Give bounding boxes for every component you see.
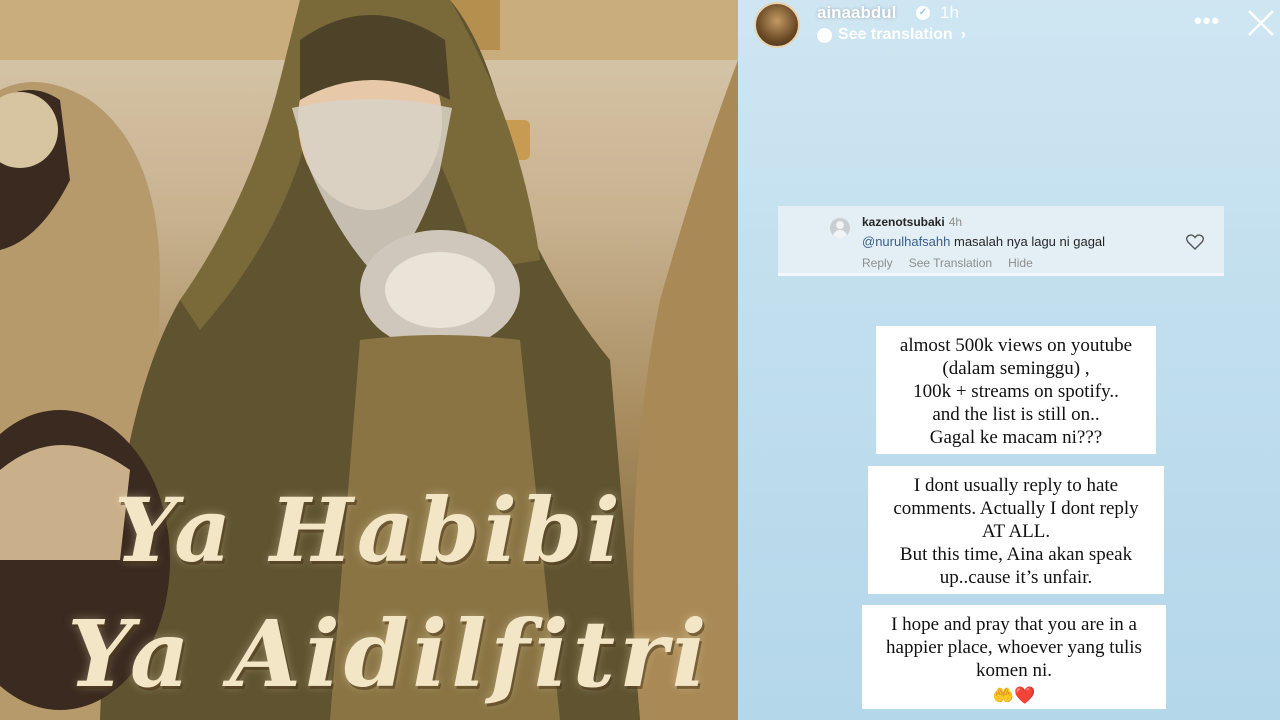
close-icon[interactable] <box>1246 8 1276 38</box>
comment-reply: Reply <box>862 256 893 270</box>
sticker-line: almost 500k views on youtube <box>899 335 1133 356</box>
translate-icon <box>817 27 832 43</box>
see-translation-button[interactable]: See translation › <box>817 26 966 44</box>
sticker-line: But this time, Aina akan speak <box>899 544 1133 565</box>
story-header: ainaabdul ✓ 1h See translation › ••• <box>738 0 1280 50</box>
text-sticker-3: I hope and pray that you are in a happie… <box>862 605 1166 709</box>
text-sticker-1: almost 500k views on youtube (dalam semi… <box>876 326 1156 454</box>
sticker-line: I dont usually reply to hate <box>913 475 1119 496</box>
comment-hide: Hide <box>1008 256 1033 270</box>
music-video-poster: Ya Habibi Ya Aidilfitri <box>0 0 738 720</box>
story-username[interactable]: ainaabdul <box>817 3 896 23</box>
story-time: 1h <box>940 3 959 22</box>
red-heart-icon: ❤️ <box>1014 686 1036 705</box>
sticker-line: and the list is still on.. <box>932 404 1100 425</box>
more-dots-icon[interactable]: ••• <box>1194 8 1220 34</box>
text-sticker-2: I dont usually reply to hate comments. A… <box>868 466 1164 594</box>
chevron-right-icon: › <box>960 26 967 43</box>
poster-title-line1: Ya Habibi <box>114 478 624 582</box>
comment-username-text: kazenotsubaki <box>862 215 945 229</box>
poster-title-line2: Ya Aidilfitri <box>67 600 711 708</box>
verified-badge-icon: ✓ <box>916 6 930 20</box>
praying-hands-icon: 🤲 <box>992 686 1014 705</box>
sticker-line: komen ni. <box>976 660 1052 681</box>
comment-screenshot: kazenotsubaki 4h @nurulhafsahh masalah ny… <box>778 206 1224 276</box>
comment-see-translation: See Translation <box>908 256 993 270</box>
heart-outline-icon <box>1186 234 1204 250</box>
comment-username: kazenotsubaki 4h <box>862 215 962 229</box>
emoji-row: 🤲❤️ <box>868 684 1160 707</box>
sticker-line: 100k + streams on spotify.. <box>913 381 1119 402</box>
avatar[interactable] <box>754 2 800 48</box>
comment-mention: @nurulhafsahh <box>862 234 951 249</box>
instagram-story: ainaabdul ✓ 1h See translation › ••• kaz… <box>738 0 1280 720</box>
comment-text: @nurulhafsahh masalah nya lagu ni gagal <box>862 234 1105 249</box>
sticker-line: comments. Actually I dont reply <box>893 498 1139 519</box>
comment-time: 4h <box>948 215 963 229</box>
comment-avatar <box>830 218 850 238</box>
sticker-line: I hope and pray that you are in a <box>891 614 1137 635</box>
see-translation-label: See translation <box>838 26 953 43</box>
sticker-line: Gagal ke macam ni??? <box>929 427 1103 448</box>
sticker-line: up..cause it’s unfair. <box>939 567 1093 588</box>
comment-body: masalah nya lagu ni gagal <box>954 234 1106 249</box>
sticker-line: (dalam seminggu) , <box>942 358 1090 379</box>
sticker-line: AT ALL. <box>981 521 1051 542</box>
comment-actions: Reply See Translation Hide <box>862 256 1033 270</box>
sticker-line: happier place, whoever yang tulis <box>886 637 1142 658</box>
